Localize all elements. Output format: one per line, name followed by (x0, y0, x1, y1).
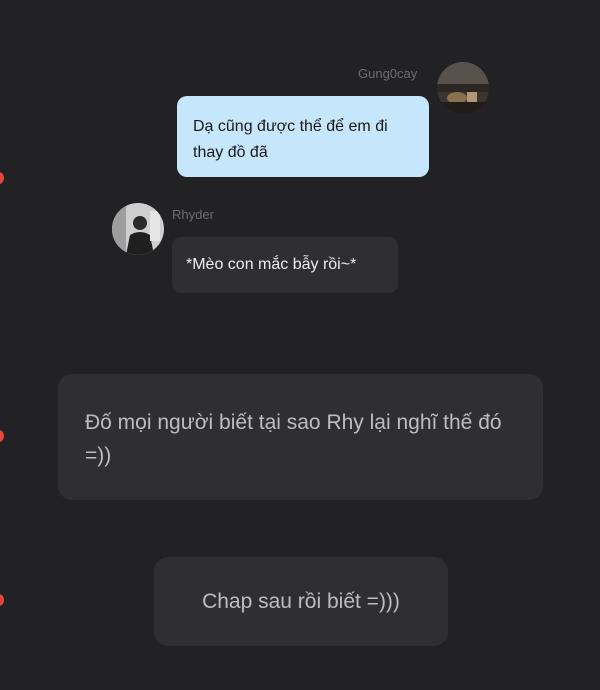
sender-name: Gung0cay (358, 66, 418, 81)
sender-name: Rhyder (172, 207, 214, 222)
message-bubble: Dạ cũng được thể để em đi thay đồ đã (177, 96, 429, 177)
narration-box: Đố mọi người biết tại sao Rhy lại nghĩ t… (58, 374, 543, 500)
left-edge-marker (0, 172, 4, 184)
narration-text: Đố mọi người biết tại sao Rhy lại nghĩ t… (85, 411, 502, 467)
narration-text: Chap sau rồi biết =))) (202, 590, 400, 613)
message-text: *Mèo con mắc bẫy rồi~* (186, 256, 357, 273)
message-bubble: *Mèo con mắc bẫy rồi~* (172, 237, 398, 293)
narration-box: Chap sau rồi biết =))) (154, 557, 448, 646)
avatar-gung0cay-icon[interactable] (437, 62, 489, 114)
message-text: Dạ cũng được thể để em đi thay đồ đã (193, 118, 388, 161)
left-edge-marker (0, 430, 4, 442)
avatar-rhyder-icon[interactable] (112, 203, 164, 255)
left-edge-marker (0, 594, 4, 606)
